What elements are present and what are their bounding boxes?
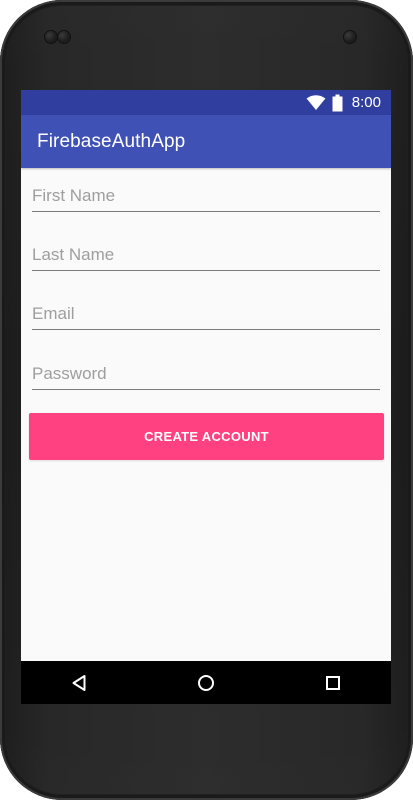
front-sensor-right (58, 31, 70, 43)
wifi-icon (306, 95, 326, 111)
last-name-input[interactable] (32, 241, 380, 271)
battery-icon (332, 94, 343, 112)
navigation-bar (21, 661, 391, 704)
app-bar: FirebaseAuthApp (21, 115, 391, 168)
recent-apps-button[interactable] (315, 668, 351, 698)
device-screen: 8:00 FirebaseAuthApp CREATE ACCOUNT (21, 90, 391, 704)
status-time: 8:00 (351, 94, 381, 111)
phone-frame: 8:00 FirebaseAuthApp CREATE ACCOUNT (0, 0, 413, 800)
front-sensor-left (45, 31, 57, 43)
home-button[interactable] (188, 668, 224, 698)
back-button[interactable] (61, 668, 97, 698)
status-bar-icons: 8:00 (306, 93, 381, 113)
first-name-input[interactable] (32, 182, 380, 212)
email-input[interactable] (32, 300, 380, 330)
app-title: FirebaseAuthApp (37, 130, 186, 152)
create-account-button[interactable]: CREATE ACCOUNT (29, 413, 384, 460)
back-icon (71, 674, 87, 692)
front-camera (344, 31, 356, 43)
registration-form: CREATE ACCOUNT (21, 168, 391, 661)
home-icon (197, 674, 215, 692)
password-input[interactable] (32, 360, 380, 390)
recent-apps-icon (325, 675, 341, 691)
status-bar: 8:00 (21, 90, 391, 115)
